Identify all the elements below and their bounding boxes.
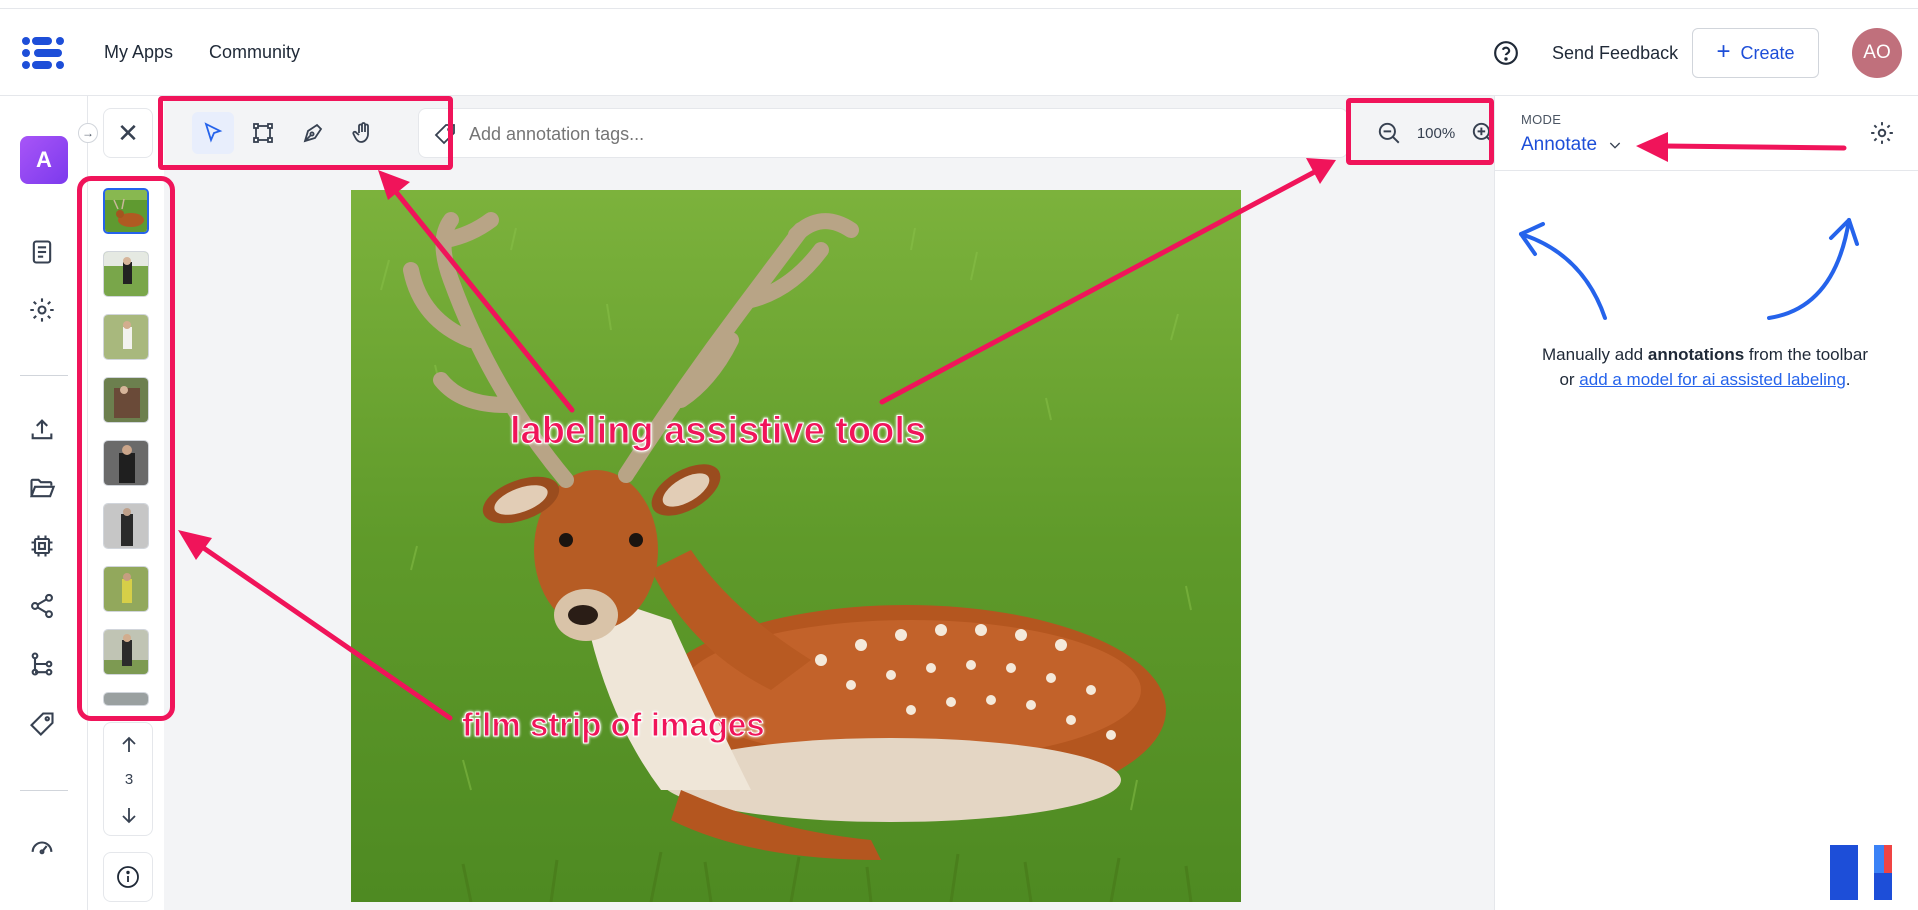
rail-divider [20,375,68,376]
arrow-down-icon[interactable] [117,803,141,827]
arrow-up-icon[interactable] [117,733,141,757]
nav-community-link[interactable]: Community [209,42,300,63]
main-image-deer[interactable] [351,190,1241,902]
highlight-toolbar-box [158,96,453,170]
create-button[interactable]: + Create [1692,28,1819,78]
create-button-label: Create [1740,42,1795,63]
annotation-label-tools: labeling assistive tools [509,410,927,453]
chevron-down-icon [1609,142,1621,149]
help-icon[interactable] [1493,40,1519,66]
mode-label: MODE [1521,112,1562,127]
share-icon[interactable] [28,592,56,620]
upload-icon[interactable] [28,416,56,444]
page-number: 3 [124,771,134,788]
rail-divider [20,790,68,791]
filmstrip-pager: 3 [103,722,153,836]
empty-text: Manually add [1542,345,1648,364]
curved-arrow-left-icon [1519,222,1607,320]
highlight-zoom-box [1346,98,1494,165]
empty-text: . [1845,370,1851,389]
folder-icon[interactable] [28,474,56,502]
right-properties-panel: MODE Annotate Manually add annotations f… [1494,96,1918,910]
mode-value: Annotate [1521,134,1598,155]
app-logo-icon[interactable] [20,35,68,71]
expand-sidebar-button[interactable]: → [78,123,98,143]
corner-widget-icon [1830,845,1892,900]
left-sidebar: A [0,96,88,910]
info-icon [117,866,139,888]
annotation-canvas-area: 100% [164,96,1494,910]
app-badge[interactable]: A [20,136,68,184]
speedometer-icon[interactable] [28,832,56,860]
highlight-filmstrip-box [77,176,175,721]
mode-dropdown[interactable]: Annotate [1521,134,1623,156]
panel-divider [1495,170,1918,171]
plus-icon: + [1716,37,1731,65]
app-root: My Apps Community Send Feedback + Create… [0,0,1918,910]
gear-icon[interactable] [28,296,56,324]
annotation-tags-field[interactable] [418,108,1348,158]
empty-state-message: Manually add annotations from the toolba… [1535,342,1875,392]
close-icon[interactable]: ✕ [103,108,153,158]
empty-text-bold: annotations [1647,345,1745,364]
workflow-icon[interactable] [28,650,56,678]
document-icon[interactable] [28,238,56,266]
add-model-link[interactable]: add a model for ai assisted labeling [1579,370,1846,389]
annotation-tags-input[interactable] [469,121,1329,147]
settings-gear-icon[interactable] [1869,120,1895,146]
chip-icon[interactable] [28,532,56,560]
info-button[interactable] [103,852,153,902]
tag-icon[interactable] [28,710,56,738]
send-feedback-link[interactable]: Send Feedback [1552,43,1678,64]
annotation-label-filmstrip: film strip of images [462,706,766,744]
top-navbar: My Apps Community Send Feedback + Create… [0,8,1918,96]
curved-arrow-right-icon [1767,218,1859,320]
user-avatar[interactable]: AO [1852,28,1902,78]
nav-my-apps-link[interactable]: My Apps [104,42,173,63]
